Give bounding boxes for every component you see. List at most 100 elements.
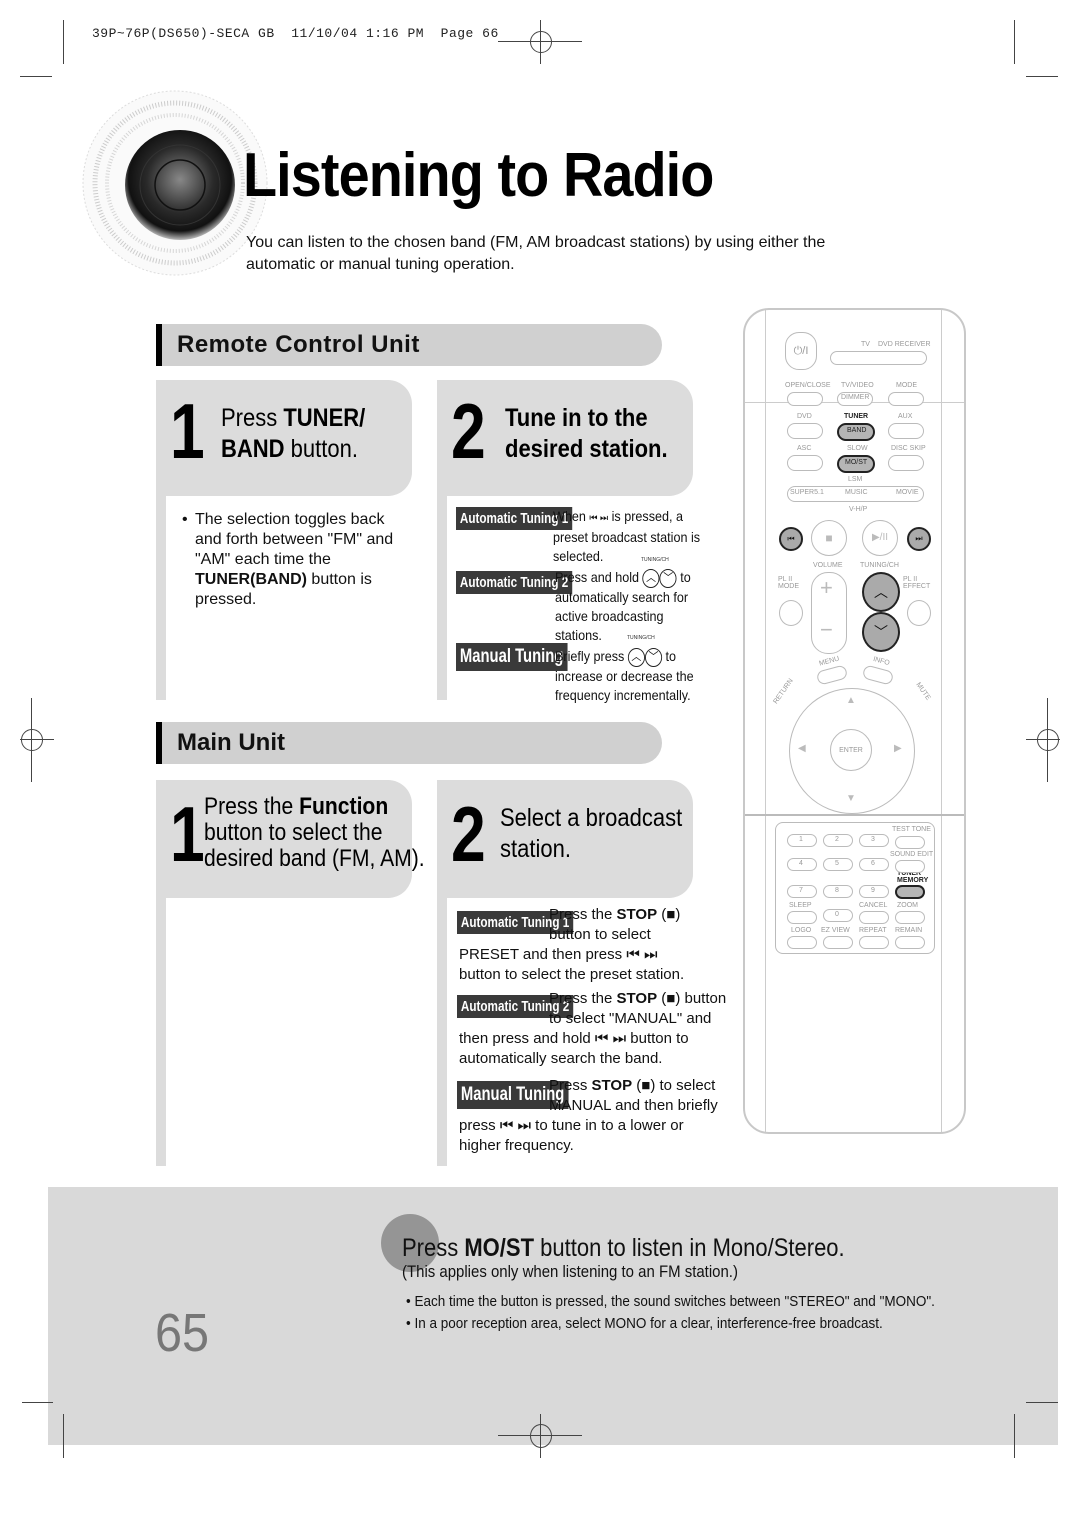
button-name: MO/ST [464, 1234, 535, 1262]
tuning-note: Press the STOP (■) button to select "MAN… [549, 989, 726, 1029]
tuning-note: Press the STOP (■) button to select [549, 905, 680, 945]
section-header-remote: Remote Control Unit [156, 324, 662, 366]
digit-8: 8 [823, 885, 853, 898]
button-name: TUNER(BAND) [195, 571, 307, 588]
step-number: 2 [451, 790, 486, 878]
remote-label: 1 [799, 836, 803, 843]
tip-bullet: • In a poor reception area, select MONO … [406, 1315, 883, 1332]
tuning-caption: TUNING/CH [641, 557, 669, 563]
crop-mark [1026, 76, 1058, 77]
remote-label: MODE [896, 382, 917, 389]
page-number: 65 [155, 1303, 210, 1363]
step-number: 1 [170, 790, 205, 878]
play-pause-button: ▶/II [862, 520, 898, 556]
button-name: STOP [616, 990, 658, 1007]
text: (■) button [657, 990, 727, 1007]
zoom-button [895, 911, 925, 924]
section-accent [156, 324, 162, 366]
text: Press the [549, 906, 617, 923]
text: higher frequency. [459, 1137, 574, 1154]
logo-button [787, 936, 817, 949]
stop-button: ■ [811, 520, 847, 556]
step-instruction: Press the Function button to select the … [204, 794, 425, 872]
remote-label: SLEEP [789, 902, 812, 909]
remote-label: V-H/P [849, 506, 868, 513]
remote-label: MO/ST [845, 459, 868, 466]
text: button to select [549, 926, 651, 943]
sleep-button [787, 911, 817, 924]
remote-label: 8 [835, 887, 839, 894]
text: When [553, 508, 590, 524]
dvd-button [787, 423, 823, 439]
text: Briefly press [555, 648, 628, 664]
text: (■) [657, 906, 681, 923]
remote-label: SUPER5.1 [790, 489, 824, 496]
crop-mark [63, 20, 64, 64]
digit-3: 3 [859, 834, 889, 847]
text: Press and hold [555, 569, 643, 585]
remain-button [895, 936, 925, 949]
digit-7: 7 [787, 885, 817, 898]
arrow-right-icon: ▶ [894, 743, 902, 754]
button-name: STOP [591, 1077, 633, 1094]
registration-circle [21, 729, 43, 751]
remote-label: 6 [871, 860, 875, 867]
tip-heading: Press MO/ST button to listen in Mono/Ste… [402, 1234, 845, 1263]
tuning-note-cont: PRESET and then press ⏮ ⏭ button to sele… [459, 945, 684, 985]
remote-label: MOVIE [896, 489, 919, 496]
bullet-dot: • [182, 511, 188, 528]
remote-rail [941, 310, 942, 1132]
remote-label: EZ VIEW [821, 927, 850, 934]
tuning-note-cont: press ⏮ ⏭ to tune in to a lower or highe… [459, 1116, 684, 1156]
disc-skip-button [888, 455, 924, 471]
remote-label: LSM [848, 476, 863, 483]
skip-forward-button: ⏭ [907, 527, 931, 551]
text: PRESET and then press ⏮ ⏭ [459, 946, 658, 963]
text: desired band (FM, AM). [204, 845, 425, 872]
remote-label: LOGO [791, 927, 812, 934]
intro-text: You can listen to the chosen band (FM, A… [246, 234, 826, 273]
text: Press [402, 1234, 465, 1262]
text: Select a broadcast [500, 804, 683, 832]
dimmer-button: DIMMER [837, 392, 873, 406]
remote-label: 2 [835, 836, 839, 843]
remote-label: BAND [847, 427, 867, 434]
text: button to listen in Mono/Stereo. [534, 1234, 845, 1262]
tuner-memory-button [895, 885, 925, 899]
remote-label: REMAIN [895, 927, 923, 934]
remote-label: SOUND EDIT [890, 851, 934, 858]
remote-control-illustration: ⏻/I TV DVD RECEIVER OPEN/CLOSE TV/VIDEO … [743, 308, 966, 1134]
digit-9: 9 [859, 885, 889, 898]
tuning-down-icon: ﹀ [644, 647, 663, 667]
remote-label: 3 [871, 836, 875, 843]
text: The selection toggles back and forth bet… [195, 511, 394, 568]
remote-label: PL II MODE [778, 576, 799, 590]
registration-circle [530, 1424, 552, 1448]
source-button-bar [830, 351, 927, 365]
tuning-note: Press and hold ︿ ﹀ to automatically searc… [555, 568, 713, 645]
step-number: 2 [451, 387, 486, 475]
remote-label: 5 [835, 860, 839, 867]
digit-6: 6 [859, 858, 889, 871]
remote-label: AUX [898, 413, 913, 420]
text: Press the [204, 793, 300, 820]
registration-circle [530, 31, 552, 53]
volume-up-icon: + [820, 575, 833, 600]
bullet-note: • The selection toggles back and forth b… [182, 510, 402, 610]
remote-label: TV [861, 341, 870, 348]
pl2-effect-button [907, 600, 931, 626]
sound-edit-button [895, 860, 925, 873]
volume-rocker: + − [811, 572, 847, 654]
tuning-up-button: ︿ [862, 572, 900, 612]
remote-label: TV/VIDEO [841, 382, 874, 389]
text: button to select the preset station. [459, 966, 685, 983]
remote-divider [745, 814, 964, 816]
remote-label: MUTE [914, 681, 932, 702]
text: Press [221, 404, 284, 432]
text: to select "MANUAL" and [549, 1010, 712, 1027]
tuning-up-icon: ︿ [627, 647, 645, 667]
remote-label: DISC SKIP [891, 445, 926, 452]
info-button [861, 664, 895, 686]
tuning-note-cont: then press and hold ⏮ ⏭ button to automa… [459, 1029, 689, 1069]
crop-mark [20, 76, 52, 77]
